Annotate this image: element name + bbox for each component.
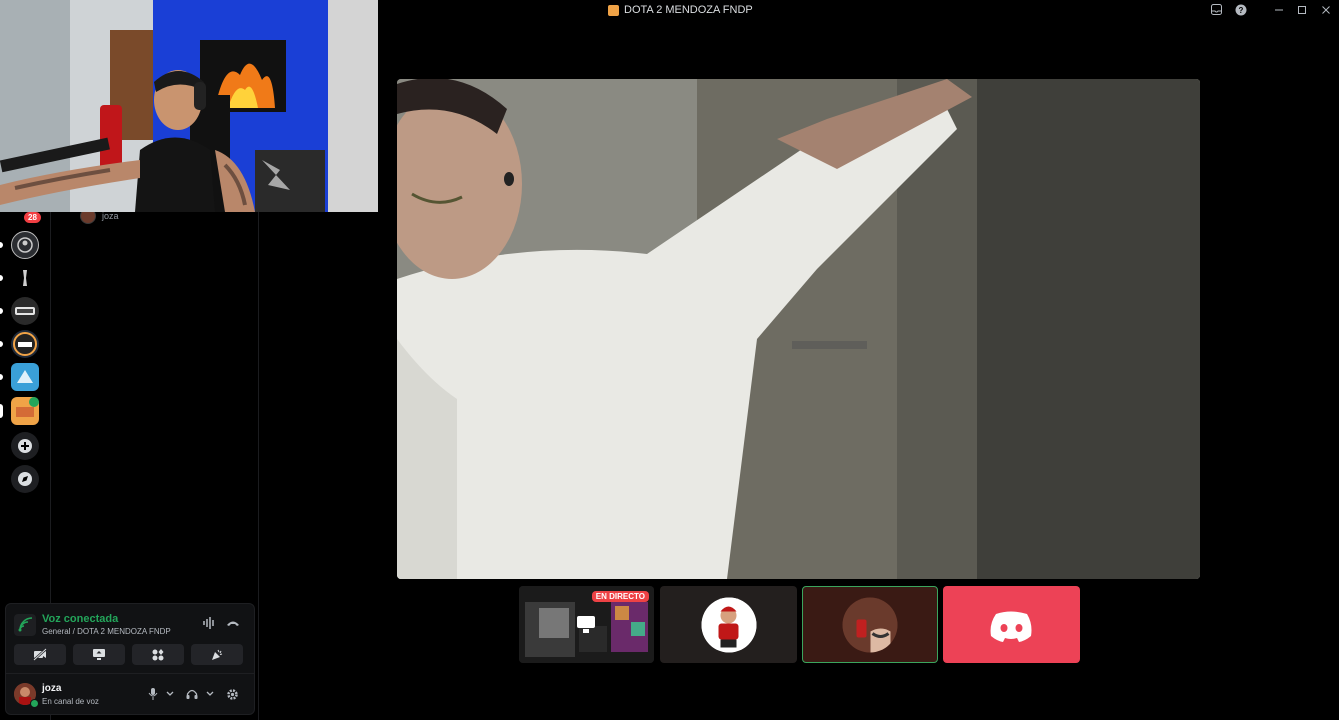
audio-options-chevron-icon[interactable]: [206, 688, 214, 703]
help-icon[interactable]: ?: [1233, 4, 1249, 19]
activities-button[interactable]: [132, 644, 184, 665]
signal-icon[interactable]: [14, 614, 36, 636]
screen-share-button[interactable]: [73, 644, 125, 665]
noise-suppression-icon[interactable]: [202, 617, 216, 632]
main-video-stream[interactable]: [397, 79, 1200, 579]
server-unread-pill: [0, 374, 3, 380]
window-title: DOTA 2 MENDOZA FNDP: [608, 4, 753, 16]
user-name: joza: [42, 683, 62, 694]
server-icon-csgo[interactable]: [11, 330, 39, 358]
avatar: [701, 597, 756, 652]
camera-off-icon: [33, 648, 47, 661]
server-icon-agd[interactable]: [11, 363, 39, 391]
close-button[interactable]: [1318, 4, 1334, 18]
screen-share-icon: [93, 649, 105, 660]
discord-logo-icon: [990, 611, 1032, 642]
window-title-text: DOTA 2 MENDOZA FNDP: [624, 4, 753, 16]
participant-tile-stream[interactable]: EN DIRECTO: [519, 586, 654, 663]
server-unread-pill: [0, 341, 3, 347]
svg-text:?: ?: [1239, 6, 1244, 15]
mentions-badge: 28: [24, 212, 41, 223]
server-unread-pill: [0, 242, 3, 248]
voice-location[interactable]: General / DOTA 2 MENDOZA FNDP: [42, 627, 171, 636]
headphones-icon[interactable]: [186, 688, 198, 703]
explore-icon[interactable]: [11, 465, 39, 493]
voice-status: Voz conectada: [42, 613, 119, 625]
server-unread-pill: [0, 275, 3, 281]
server-icon: [608, 4, 619, 16]
server-icon-dota-mendoza[interactable]: [11, 397, 39, 425]
discord-tile[interactable]: [943, 586, 1080, 663]
camera-off-button[interactable]: [14, 644, 66, 665]
webcam-overlay: [0, 0, 378, 212]
minimize-button[interactable]: [1271, 4, 1287, 18]
user-status: En canal de voz: [42, 697, 99, 706]
server-icon-figure[interactable]: [11, 264, 39, 292]
live-badge: EN DIRECTO: [591, 591, 649, 602]
mic-options-chevron-icon[interactable]: [166, 688, 174, 703]
server-rail: [0, 212, 50, 602]
online-status-dot: [30, 699, 39, 708]
soundboard-icon: [212, 649, 223, 660]
microphone-icon[interactable]: [148, 688, 158, 703]
disconnect-icon[interactable]: [226, 617, 240, 632]
server-icon-partner[interactable]: [11, 297, 39, 325]
panel-divider: [6, 673, 254, 674]
server-icon-emblem[interactable]: [11, 231, 39, 259]
voice-member-name: joza: [102, 211, 119, 221]
inbox-icon[interactable]: [1208, 4, 1224, 18]
add-server-icon[interactable]: [11, 432, 39, 460]
server-unread-pill: [0, 308, 3, 314]
participant-tile-speaking[interactable]: [802, 586, 938, 663]
server-selected-pill: [0, 404, 3, 418]
participant-tile-avatar[interactable]: [660, 586, 797, 663]
avatar: [842, 597, 898, 652]
soundboard-button[interactable]: [191, 644, 243, 665]
activities-icon: [152, 649, 164, 661]
voice-connection-panel: Voz conectada General / DOTA 2 MENDOZA F…: [5, 603, 255, 715]
maximize-button[interactable]: [1294, 4, 1310, 18]
settings-gear-icon[interactable]: [226, 688, 239, 704]
